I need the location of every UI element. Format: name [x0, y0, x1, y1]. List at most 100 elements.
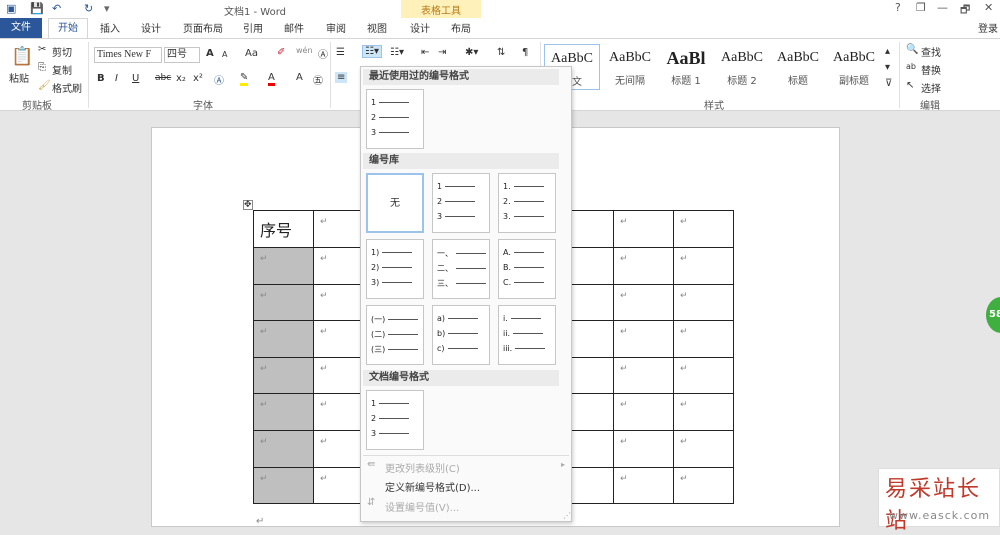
- replace-icon[interactable]: ab: [906, 62, 916, 71]
- clear-format-icon[interactable]: ✐: [277, 47, 285, 58]
- style-subtitle[interactable]: AaBbC 副标题: [826, 44, 882, 90]
- superscript-button[interactable]: x²: [193, 73, 203, 84]
- table-cell[interactable]: ↵: [613, 247, 674, 285]
- text-effects-icon[interactable]: Ⓐ: [214, 72, 224, 87]
- numbering-option[interactable]: 一、 二、 三、: [432, 239, 490, 299]
- font-name-box[interactable]: Times New F: [94, 47, 162, 63]
- numbering-option[interactable]: 1. 2. 3.: [498, 173, 556, 233]
- tab-file[interactable]: 文件: [0, 18, 42, 38]
- numbering-option-recent[interactable]: 1 2 3: [366, 89, 424, 149]
- table-cell-selected[interactable]: ↵: [253, 466, 314, 505]
- cut-button[interactable]: 剪切: [52, 44, 72, 59]
- tab-table-design[interactable]: 设计: [410, 20, 430, 35]
- table-cell[interactable]: ↵: [613, 356, 674, 395]
- table-cell-selected[interactable]: ↵: [253, 356, 314, 395]
- table-cell[interactable]: ↵: [673, 356, 734, 395]
- find-button[interactable]: 查找: [921, 44, 941, 59]
- chinese-layout-icon[interactable]: ✱▾: [465, 47, 478, 58]
- tab-review[interactable]: 审阅: [326, 20, 346, 35]
- paste-button[interactable]: 粘贴: [9, 70, 29, 85]
- subscript-button[interactable]: x₂: [176, 73, 186, 84]
- align-left-icon[interactable]: ≡: [335, 72, 348, 83]
- table-cell-selected[interactable]: ↵: [253, 393, 314, 431]
- shrink-font-button[interactable]: A: [222, 50, 227, 59]
- tab-view[interactable]: 视图: [367, 20, 387, 35]
- sort-icon[interactable]: ⇅: [497, 47, 505, 58]
- table-cell-selected[interactable]: ↵: [253, 429, 314, 468]
- sign-in-link[interactable]: 登录: [978, 20, 998, 35]
- table-cell-selected[interactable]: ↵: [253, 320, 314, 358]
- tab-design[interactable]: 设计: [141, 20, 161, 35]
- increase-indent-icon[interactable]: ⇥: [438, 47, 446, 58]
- table-header-cell[interactable]: 序号: [253, 210, 314, 248]
- decrease-indent-icon[interactable]: ⇤: [421, 47, 429, 58]
- numbering-option-none[interactable]: 无: [366, 173, 424, 233]
- format-painter-button[interactable]: 格式刷: [52, 80, 82, 95]
- numbering-option[interactable]: a) b) c): [432, 305, 490, 365]
- style-heading-1[interactable]: AaBl 标题 1: [658, 44, 714, 90]
- table-cell[interactable]: ↵: [613, 393, 674, 431]
- tab-table-layout[interactable]: 布局: [451, 20, 471, 35]
- style-no-spacing[interactable]: AaBbC 无间隔: [602, 44, 658, 90]
- paste-icon[interactable]: 📋: [11, 46, 33, 67]
- find-icon[interactable]: 🔍: [906, 44, 918, 55]
- grow-font-button[interactable]: A: [206, 48, 214, 59]
- highlight-icon[interactable]: ✎: [240, 72, 249, 86]
- numbering-icon[interactable]: ☷▾: [362, 45, 382, 58]
- table-cell-selected[interactable]: ↵: [253, 283, 314, 322]
- tab-home[interactable]: 开始: [48, 18, 88, 39]
- phonetic-guide-icon[interactable]: wén: [296, 46, 313, 55]
- tab-references[interactable]: 引用: [243, 20, 263, 35]
- tab-mailings[interactable]: 邮件: [284, 20, 304, 35]
- table-cell[interactable]: ↵: [673, 466, 734, 505]
- tab-insert[interactable]: 插入: [100, 20, 120, 35]
- numbering-option[interactable]: 1) 2) 3): [366, 239, 424, 299]
- multilevel-icon[interactable]: ☷▾: [390, 47, 404, 58]
- styles-more-icon[interactable]: ⊽: [885, 78, 892, 89]
- table-cell[interactable]: ↵: [673, 429, 734, 468]
- close-button[interactable]: ✕: [984, 1, 993, 14]
- numbering-option[interactable]: 1 2 3: [432, 173, 490, 233]
- replace-button[interactable]: 替换: [921, 62, 941, 77]
- bold-button[interactable]: B: [97, 73, 105, 84]
- select-icon[interactable]: ↖: [906, 80, 914, 91]
- copy-icon[interactable]: ⎘: [38, 62, 46, 73]
- change-case-button[interactable]: Aa: [245, 48, 258, 59]
- table-cell[interactable]: ↵: [673, 320, 734, 358]
- table-cell[interactable]: ↵: [613, 466, 674, 505]
- ribbon-display-icon[interactable]: ❐: [916, 1, 926, 14]
- table-cell[interactable]: ↵: [673, 247, 734, 285]
- table-cell[interactable]: ↵: [613, 320, 674, 358]
- strikethrough-button[interactable]: abc: [155, 73, 171, 83]
- numbering-option[interactable]: i. ii. iii.: [498, 305, 556, 365]
- cut-icon[interactable]: ✂: [38, 44, 46, 55]
- style-title[interactable]: AaBbC 标题: [770, 44, 826, 90]
- enclose-char-icon[interactable]: ㊄: [313, 72, 323, 87]
- define-new-format-item[interactable]: 定义新编号格式(D)...: [385, 479, 480, 494]
- styles-scroll-up-icon[interactable]: ▴: [885, 46, 890, 57]
- font-size-box[interactable]: 四号: [164, 47, 200, 63]
- font-color-icon[interactable]: A: [268, 72, 275, 86]
- table-cell[interactable]: ↵: [613, 429, 674, 468]
- char-shading-icon[interactable]: A: [296, 72, 303, 83]
- resize-grip-icon[interactable]: ⋰: [563, 511, 571, 520]
- numbering-option[interactable]: A. B. C.: [498, 239, 556, 299]
- copy-button[interactable]: 复制: [52, 62, 72, 77]
- styles-scroll-down-icon[interactable]: ▾: [885, 62, 890, 73]
- style-heading-2[interactable]: AaBbC 标题 2: [714, 44, 770, 90]
- numbering-option-document[interactable]: 1 2 3: [366, 390, 424, 450]
- bullets-icon[interactable]: ☰: [336, 47, 345, 58]
- underline-button[interactable]: U: [132, 73, 139, 84]
- tab-page-layout[interactable]: 页面布局: [183, 20, 223, 35]
- table-cell[interactable]: ↵: [673, 210, 734, 248]
- char-border-icon[interactable]: Ⓐ: [318, 46, 328, 61]
- numbering-option[interactable]: (一) (二) (三): [366, 305, 424, 365]
- show-marks-icon[interactable]: ¶: [522, 47, 528, 58]
- format-painter-icon[interactable]: 🖌: [38, 80, 51, 91]
- table-cell[interactable]: ↵: [613, 210, 674, 248]
- table-cell-selected[interactable]: ↵: [253, 247, 314, 285]
- help-button[interactable]: ?: [895, 1, 901, 14]
- minimize-button[interactable]: —: [937, 1, 948, 14]
- table-cell[interactable]: ↵: [673, 283, 734, 322]
- select-button[interactable]: 选择: [921, 80, 941, 95]
